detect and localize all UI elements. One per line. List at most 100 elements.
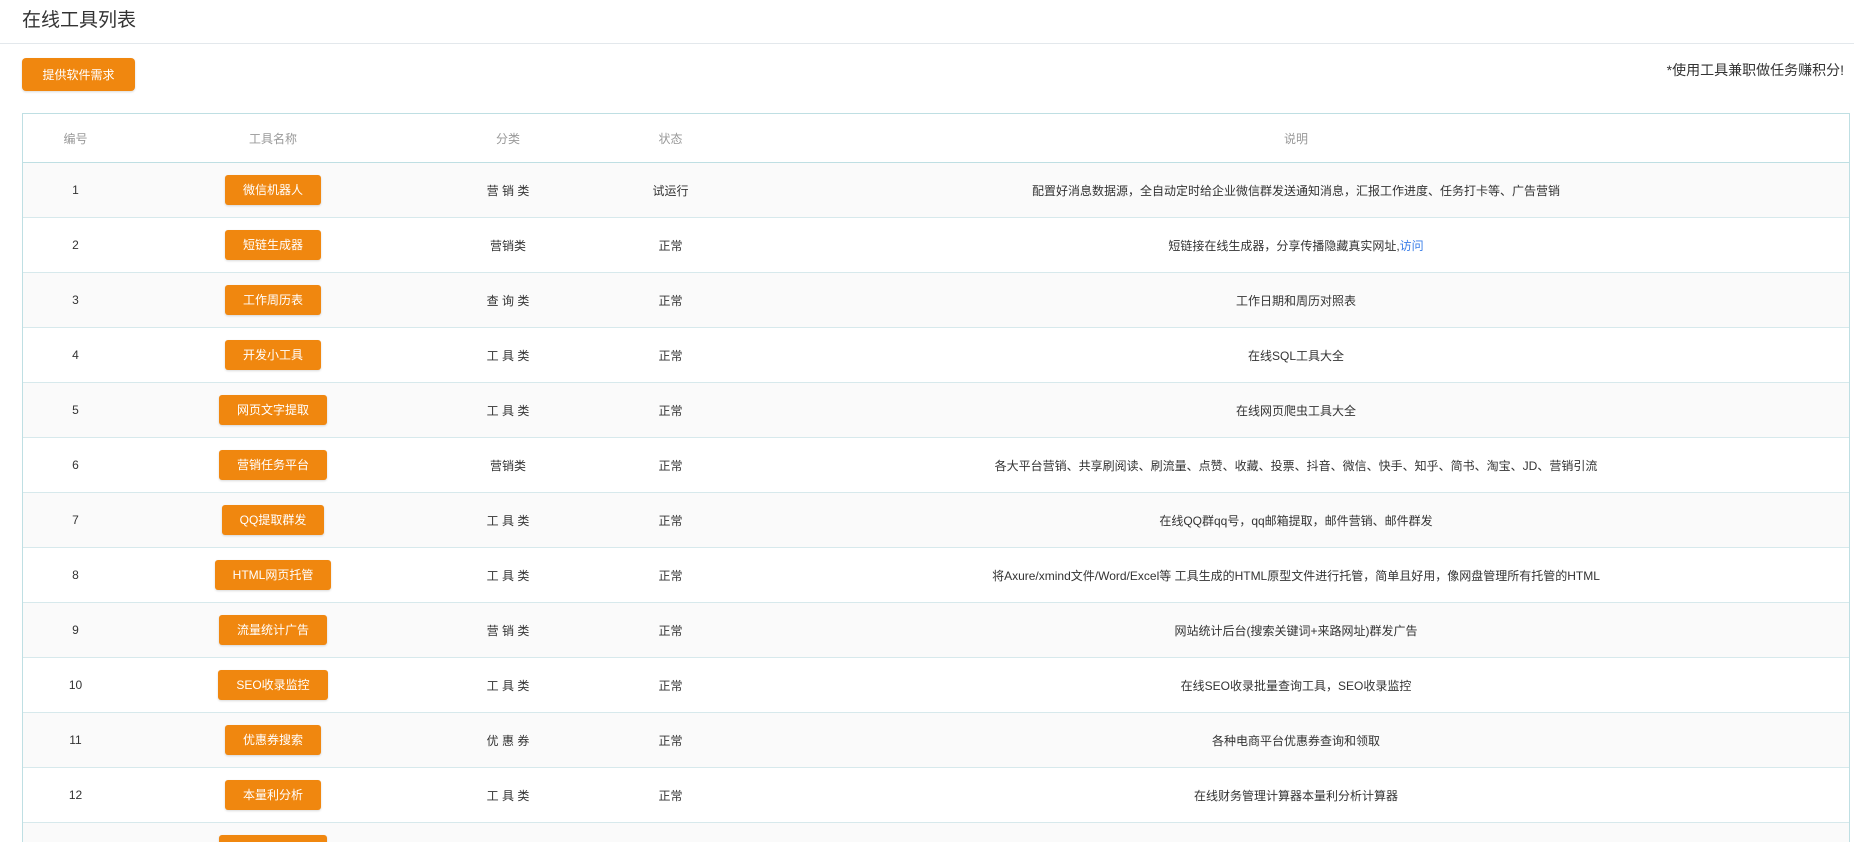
row-category: 营销类: [418, 822, 598, 842]
table-row: 12 本量利分析 工 具 类正常 在线财务管理计算器本量利分析计算器: [23, 767, 1849, 823]
row-name-cell: 开发小工具: [128, 327, 418, 383]
row-description: 各种电商平台优惠券查询和领取: [1211, 733, 1380, 748]
row-category: 营 销 类: [418, 162, 598, 218]
column-header-name: 工具名称: [128, 114, 418, 163]
request-software-button[interactable]: 提供软件需求: [22, 58, 135, 91]
column-header-category: 分类: [418, 114, 598, 163]
toolbar: 提供软件需求 *使用工具兼职做任务赚积分!: [0, 44, 1854, 114]
row-description: 在线网页爬虫工具大全: [1235, 403, 1356, 418]
row-id: 6: [23, 437, 128, 493]
table-row: 8 HTML网页托管 工 具 类正常 将Axure/xmind文件/Word/Exce…: [23, 547, 1849, 603]
row-category: 工 具 类: [418, 767, 598, 823]
tool-button[interactable]: 工作周历表: [224, 285, 321, 315]
row-status: 正常: [598, 437, 743, 493]
row-name-cell: QQ提取群发: [128, 492, 418, 548]
row-name-cell: 社交分享营销: [128, 822, 418, 842]
row-name-cell: 短链生成器: [128, 217, 418, 273]
row-status: 正常: [598, 547, 743, 603]
row-id: 7: [23, 492, 128, 548]
row-category: 工 具 类: [418, 492, 598, 548]
row-category: 营 销 类: [418, 602, 598, 658]
row-id: 4: [23, 327, 128, 383]
row-description-cell: 短链接在线生成器，分享传播隐藏真实网址,访问: [743, 217, 1849, 273]
table-header-row: 编号 工具名称 分类 状态 说明: [23, 114, 1849, 163]
row-category: 工 具 类: [418, 657, 598, 713]
row-status: 正常: [598, 767, 743, 823]
table-row: 1 微信机器人 营 销 类试运行 配置好消息数据源，全自动定时给企业微信群发送通知消息…: [23, 162, 1849, 218]
row-description-cell: 在线SEO收录批量查询工具，SEO收录监控: [743, 657, 1849, 713]
earn-points-notice: *使用工具兼职做任务赚积分!: [1666, 62, 1844, 78]
row-description-cell: 在线QQ群qq号，qq邮箱提取，邮件营销、邮件群发: [743, 492, 1849, 548]
table-row: 2 短链生成器 营销类 正常 短链接在线生成器，分享传播隐藏真实网址,访问: [23, 217, 1849, 273]
row-status: 正常: [598, 217, 743, 273]
row-description: 在线SEO收录批量查询工具，SEO收录监控: [1180, 678, 1412, 693]
row-description: 网站统计后台(搜索关键词+来路网址)群发广告: [1174, 623, 1418, 638]
row-id: 12: [23, 767, 128, 823]
row-description-cell: 工作日期和周历对照表: [743, 272, 1849, 328]
table-row: 4 开发小工具 工 具 类正常 在线SQL工具大全: [23, 327, 1849, 383]
table-row: 3 工作周历表 查 询 类正常 工作日期和周历对照表: [23, 272, 1849, 328]
page-title: 在线工具列表: [22, 10, 137, 31]
tool-button[interactable]: 开发小工具: [224, 340, 321, 370]
row-description: 配置好消息数据源，全自动定时给企业微信群发送通知消息，汇报工作进度、任务打卡等、…: [1031, 183, 1560, 198]
row-category: 查 询 类: [418, 272, 598, 328]
row-name-cell: SEO收录监控: [128, 657, 418, 713]
tool-button[interactable]: 营销任务平台: [218, 450, 327, 480]
row-description-cell: 在线网页爬虫工具大全: [743, 382, 1849, 438]
table-row: 13 社交分享营销 营销类正常各大社交平台营销、分享、转发、引流: [23, 822, 1849, 842]
row-status: 正常: [598, 382, 743, 438]
row-description: 在线SQL工具大全: [1247, 348, 1344, 363]
tool-button[interactable]: 本量利分析: [224, 780, 321, 810]
table-row: 5 网页文字提取 工 具 类正常 在线网页爬虫工具大全: [23, 382, 1849, 438]
tool-button[interactable]: 流量统计广告: [218, 615, 327, 645]
table-row: 7 QQ提取群发 工 具 类正常 在线QQ群qq号，qq邮箱提取，邮件营销、邮件群发: [23, 492, 1849, 548]
row-category: 营销类: [418, 437, 598, 493]
row-description: 在线QQ群qq号，qq邮箱提取，邮件营销、邮件群发: [1159, 513, 1433, 528]
row-description-cell: 配置好消息数据源，全自动定时给企业微信群发送通知消息，汇报工作进度、任务打卡等、…: [743, 162, 1849, 218]
row-id: 5: [23, 382, 128, 438]
row-status: 正常: [598, 822, 743, 842]
row-category: 工 具 类: [418, 547, 598, 603]
tools-table: 编号 工具名称 分类 状态 说明 1 微信机器人营 销 类试运行 配置好消息数据源，…: [22, 113, 1850, 842]
table-row: 6 营销任务平台 营销类 正常 各大平台营销、共享刷阅读、刷流量、点赞、收藏、投票、抖音…: [23, 437, 1849, 493]
row-id: 9: [23, 602, 128, 658]
visit-link[interactable]: 访问: [1400, 239, 1424, 253]
row-name-cell: 工作周历表: [128, 272, 418, 328]
column-header-id: 编号: [23, 114, 128, 163]
row-id: 3: [23, 272, 128, 328]
tool-button[interactable]: 微信机器人: [224, 175, 321, 205]
table-row: 11 优惠券搜索 优 惠 券正常 各种电商平台优惠券查询和领取: [23, 712, 1849, 768]
row-category: 工 具 类: [418, 327, 598, 383]
row-description-cell: 将Axure/xmind文件/Word/Excel等 工具生成的HTML原型文件…: [743, 547, 1849, 603]
header: 在线工具列表: [0, 0, 1854, 44]
row-id: 2: [23, 217, 128, 273]
tool-button[interactable]: 社交分享营销: [218, 835, 327, 842]
tool-button[interactable]: QQ提取群发: [221, 505, 325, 535]
tool-button[interactable]: SEO收录监控: [218, 670, 328, 700]
tool-button[interactable]: 网页文字提取: [218, 395, 327, 425]
row-description: 各大平台营销、共享刷阅读、刷流量、点赞、收藏、投票、抖音、微信、快手、知乎、简书…: [994, 458, 1598, 473]
row-description-cell: 网站统计后台(搜索关键词+来路网址)群发广告: [743, 602, 1849, 658]
row-name-cell: 微信机器人: [128, 162, 418, 218]
row-description: 短链接在线生成器，分享传播隐藏真实网址,: [1168, 238, 1400, 253]
table-row: 9 流量统计广告 营 销 类正常 网站统计后台(搜索关键词+来路网址)群发广告: [23, 602, 1849, 658]
tool-button[interactable]: 优惠券搜索: [224, 725, 321, 755]
row-description-cell: 各大平台营销、共享刷阅读、刷流量、点赞、收藏、投票、抖音、微信、快手、知乎、简书…: [743, 437, 1849, 493]
row-category: 优 惠 券: [418, 712, 598, 768]
row-id: 10: [23, 657, 128, 713]
row-description-cell: 在线SQL工具大全: [743, 327, 1849, 383]
row-status: 正常: [598, 492, 743, 548]
column-header-status: 状态: [598, 114, 743, 163]
row-status: 正常: [598, 712, 743, 768]
page: 在线工具列表 提供软件需求 *使用工具兼职做任务赚积分! 编号 工具名称 分类 …: [0, 0, 1854, 842]
tool-button[interactable]: HTML网页托管: [214, 560, 332, 590]
row-name-cell: 流量统计广告: [128, 602, 418, 658]
row-status: 试运行: [598, 162, 743, 218]
row-description-cell: 在线财务管理计算器本量利分析计算器: [743, 767, 1849, 823]
row-name-cell: HTML网页托管: [128, 547, 418, 603]
table-body: 1 微信机器人营 销 类试运行 配置好消息数据源，全自动定时给企业微信群发送通知消息…: [23, 162, 1849, 842]
tool-button[interactable]: 短链生成器: [224, 230, 321, 260]
row-id: 13: [23, 822, 128, 842]
row-description: 将Axure/xmind文件/Word/Excel等 工具生成的HTML原型文件…: [992, 568, 1600, 583]
row-category: 营销类: [418, 217, 598, 273]
